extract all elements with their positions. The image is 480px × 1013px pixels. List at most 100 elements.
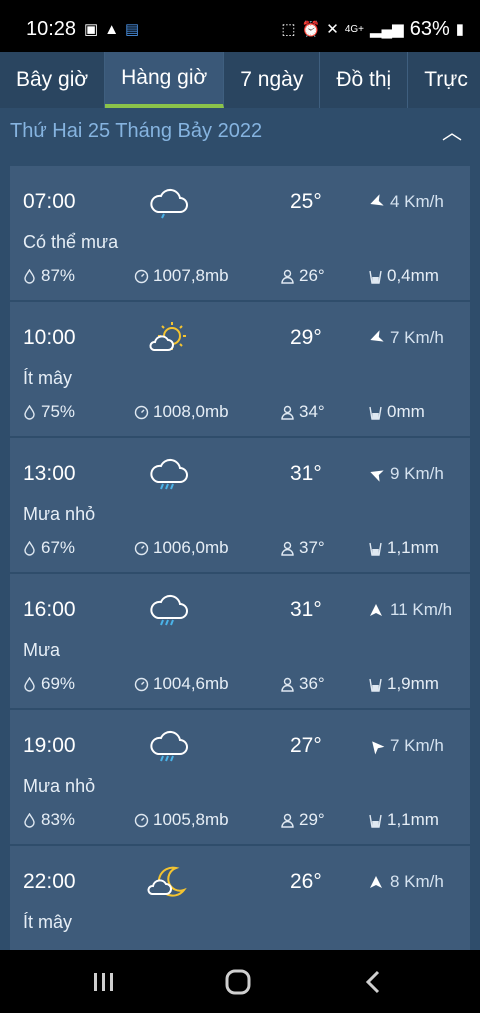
feels-like-value: 37° xyxy=(299,538,325,557)
recent-apps-button[interactable] xyxy=(84,966,124,998)
precipitation: 1,9mm xyxy=(368,674,439,694)
feels-like: 37° xyxy=(280,538,325,558)
rain-gauge-icon xyxy=(369,406,382,420)
pressure-value: 1005,8mb xyxy=(153,810,229,829)
rain-gauge-icon xyxy=(369,270,382,284)
pressure-value: 1008,0mb xyxy=(153,402,229,421)
network-type-label: 4G+ xyxy=(344,23,364,35)
feels-like-value: 26° xyxy=(299,266,325,285)
feels-like: 26° xyxy=(280,266,325,286)
rain-gauge-icon xyxy=(369,542,382,556)
forecast-wind: 8 Km/h xyxy=(370,872,444,892)
tab-now[interactable]: Bây giờ xyxy=(0,52,106,108)
hourly-item[interactable]: 13:00 31° 9 Km/h Mưa nhỏ 67% 1006,0mb 37… xyxy=(10,438,470,574)
tab-7-days[interactable]: 7 ngày xyxy=(224,52,321,108)
precipitation: 0mm xyxy=(368,402,425,422)
forecast-temperature: 27° xyxy=(290,734,322,757)
date-header: Thứ Hai 25 Tháng Bảy 2022 ︿ xyxy=(0,108,480,158)
cloud-rain-icon xyxy=(146,592,190,628)
hourly-item[interactable]: 16:00 31° 11 Km/h Mưa 69% 1004,6mb 36° 1… xyxy=(10,574,470,710)
humidity: 67% xyxy=(22,538,75,558)
cloud-drizzle-icon xyxy=(146,184,190,220)
wind-direction-icon xyxy=(370,876,382,888)
pressure: 1007,8mb xyxy=(134,266,229,286)
rain-gauge-icon xyxy=(369,814,382,828)
pressure: 1006,0mb xyxy=(134,538,229,558)
humidity: 75% xyxy=(22,402,75,422)
wind-speed: 9 Km/h xyxy=(390,464,444,483)
forecast-description: Mưa nhỏ xyxy=(23,504,96,524)
precipitation-value: 1,9mm xyxy=(387,674,439,693)
hourly-item[interactable]: 07:00 25° 4 Km/h Có thể mưa 87% 1007,8mb… xyxy=(10,166,470,302)
forecast-wind: 4 Km/h xyxy=(370,192,444,212)
gauge-icon xyxy=(134,541,149,555)
wind-speed: 7 Km/h xyxy=(390,328,444,347)
humidity: 87% xyxy=(22,266,75,286)
humidity-value: 69% xyxy=(41,674,76,693)
pressure: 1008,0mb xyxy=(134,402,229,422)
wind-direction-icon xyxy=(370,194,384,206)
sun-cloud-icon xyxy=(146,320,190,356)
gallery-icon: ▣ xyxy=(84,21,99,38)
navigation-bar xyxy=(0,950,480,1013)
home-icon xyxy=(225,969,251,995)
droplet-icon xyxy=(24,268,35,284)
cloud-rain-icon xyxy=(146,456,190,492)
hourly-list: 07:00 25° 4 Km/h Có thể mưa 87% 1007,8mb… xyxy=(10,166,470,950)
forecast-description: Ít mây xyxy=(23,912,73,932)
back-icon xyxy=(365,970,380,994)
back-button[interactable] xyxy=(354,966,394,998)
hourly-item[interactable]: 10:00 29° 7 Km/h Ít mây 75% 1008,0mb 34°… xyxy=(10,302,470,438)
tab-hourly[interactable]: Hàng giờ xyxy=(105,52,225,108)
tab-live[interactable]: Trực xyxy=(408,52,480,108)
alarm-icon: ⏰ xyxy=(301,20,321,38)
humidity-value: 83% xyxy=(41,810,76,829)
chevron-up-icon[interactable]: ︿ xyxy=(442,116,462,145)
forecast-time: 19:00 xyxy=(23,734,76,757)
pressure-value: 1007,8mb xyxy=(153,266,229,285)
feels-like-value: 36° xyxy=(299,674,325,693)
wind-speed: 4 Km/h xyxy=(390,192,444,211)
feels-like: 34° xyxy=(280,402,325,422)
status-time: 10:28 xyxy=(26,18,77,40)
droplet-icon xyxy=(24,540,35,556)
forecast-time: 13:00 xyxy=(23,462,76,485)
forecast-temperature: 26° xyxy=(290,870,322,893)
wind-direction-icon xyxy=(370,604,382,616)
droplet-icon xyxy=(24,812,35,828)
precipitation: 0,4mm xyxy=(368,266,439,286)
forecast-time: 22:00 xyxy=(23,870,76,893)
forecast-time: 10:00 xyxy=(23,326,76,349)
forecast-description: Mưa xyxy=(23,640,61,660)
forecast-description: Có thể mưa xyxy=(23,232,119,252)
home-button[interactable] xyxy=(218,966,258,998)
tab-graph[interactable]: Đồ thị xyxy=(320,52,409,108)
feels-like: 29° xyxy=(280,810,325,830)
news-app-icon: ▤ xyxy=(125,21,140,38)
hourly-item[interactable]: 22:00 26° 8 Km/h Ít mây xyxy=(10,846,470,950)
forecast-temperature: 29° xyxy=(290,326,322,349)
forecast-time: 16:00 xyxy=(23,598,76,621)
battery-percent: 63% xyxy=(409,18,450,40)
forecast-wind: 11 Km/h xyxy=(370,600,452,620)
wind-speed: 8 Km/h xyxy=(390,872,444,891)
wind-direction-icon xyxy=(370,330,384,342)
rain-gauge-icon xyxy=(369,678,382,692)
forecast-wind: 9 Km/h xyxy=(370,464,444,484)
humidity: 83% xyxy=(22,810,75,830)
forecast-wind: 7 Km/h xyxy=(370,736,444,756)
precipitation: 1,1mm xyxy=(368,538,439,558)
hourly-item[interactable]: 19:00 27° 7 Km/h Mưa nhỏ 83% 1005,8mb 29… xyxy=(10,710,470,846)
wind-direction-icon xyxy=(372,741,385,755)
mute-icon: ✕ xyxy=(326,20,339,38)
feels-like-value: 29° xyxy=(299,810,325,829)
humidity-value: 67% xyxy=(41,538,76,557)
gauge-icon xyxy=(134,813,149,827)
person-icon xyxy=(281,541,294,556)
wind-speed: 7 Km/h xyxy=(390,736,444,755)
precipitation-value: 0,4mm xyxy=(387,266,439,285)
feels-like: 36° xyxy=(280,674,325,694)
precipitation-value: 1,1mm xyxy=(387,810,439,829)
pressure: 1004,6mb xyxy=(134,674,229,694)
status-bar: 10:28 ▣ ▲ ▤ ⬚ ⏰ ✕ 4G+ ▂▄▆ 63% ▮ xyxy=(0,0,480,52)
